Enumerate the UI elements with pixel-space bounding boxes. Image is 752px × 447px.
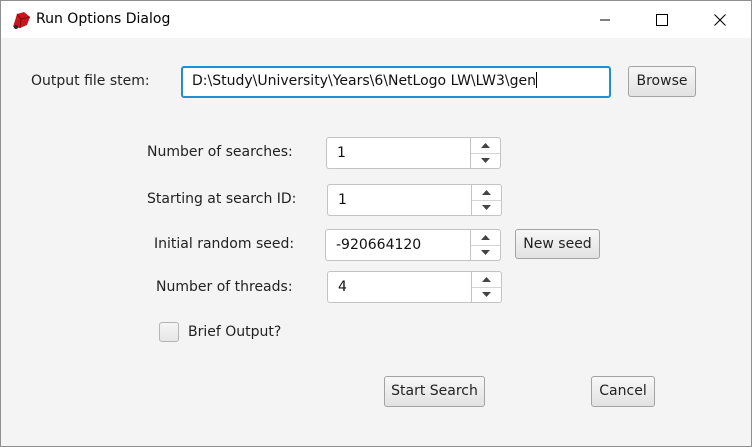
increment-button[interactable] [471, 138, 500, 154]
start-search-button[interactable]: Start Search [384, 376, 485, 407]
browse-button[interactable]: Browse [628, 66, 696, 97]
maximize-icon [656, 14, 668, 26]
run-options-dialog: Run Options Dialog Output file stem: D:\… [0, 0, 752, 447]
chevron-up-icon [482, 277, 491, 282]
maximize-button[interactable] [639, 1, 685, 38]
chevron-down-icon [482, 205, 491, 210]
new-seed-button[interactable]: New seed [515, 229, 600, 259]
output-file-stem-input[interactable]: D:\Study\University\Years\6\NetLogo LW\L… [181, 66, 611, 98]
spinner-arrows [470, 138, 500, 168]
number-of-searches-value: 1 [337, 145, 346, 161]
number-of-threads-value: 4 [338, 279, 347, 295]
number-of-searches-spinner[interactable]: 1 [326, 137, 501, 169]
window-title: Run Options Dialog [36, 11, 171, 27]
number-of-threads-label: Number of threads: [156, 279, 293, 295]
minimize-button[interactable] [582, 1, 628, 38]
chevron-down-icon [482, 292, 491, 297]
chevron-up-icon [481, 235, 490, 240]
chevron-down-icon [481, 158, 490, 163]
chevron-down-icon [481, 250, 490, 255]
spinner-arrows [471, 272, 501, 302]
chevron-up-icon [482, 190, 491, 195]
title-bar[interactable]: Run Options Dialog [1, 1, 751, 38]
netlogo-turtle-icon [12, 11, 31, 30]
decrement-button[interactable] [472, 200, 501, 215]
brief-output-label[interactable]: Brief Output? [188, 324, 281, 340]
output-file-stem-label: Output file stem: [31, 73, 150, 89]
cancel-button[interactable]: Cancel [591, 376, 655, 407]
initial-random-seed-spinner[interactable]: -920664120 [325, 229, 501, 261]
starting-search-id-spinner[interactable]: 1 [327, 184, 502, 216]
minimize-icon [600, 19, 610, 21]
initial-random-seed-value: -920664120 [336, 237, 422, 253]
increment-button[interactable] [471, 230, 500, 246]
decrement-button[interactable] [471, 153, 500, 168]
number-of-searches-label: Number of searches: [147, 144, 293, 160]
output-file-stem-value: D:\Study\University\Years\6\NetLogo LW\L… [192, 73, 536, 89]
chevron-up-icon [481, 143, 490, 148]
decrement-button[interactable] [471, 245, 500, 260]
close-icon [714, 14, 726, 26]
spinner-arrows [471, 185, 501, 215]
close-button[interactable] [697, 1, 743, 38]
initial-random-seed-label: Initial random seed: [154, 236, 295, 252]
text-caret [536, 72, 537, 88]
spinner-arrows [470, 230, 500, 260]
number-of-threads-spinner[interactable]: 4 [327, 271, 502, 303]
brief-output-checkbox[interactable] [159, 322, 179, 342]
increment-button[interactable] [472, 185, 501, 201]
starting-search-id-value: 1 [338, 192, 347, 208]
starting-search-id-label: Starting at search ID: [147, 191, 297, 207]
decrement-button[interactable] [472, 287, 501, 302]
increment-button[interactable] [472, 272, 501, 288]
